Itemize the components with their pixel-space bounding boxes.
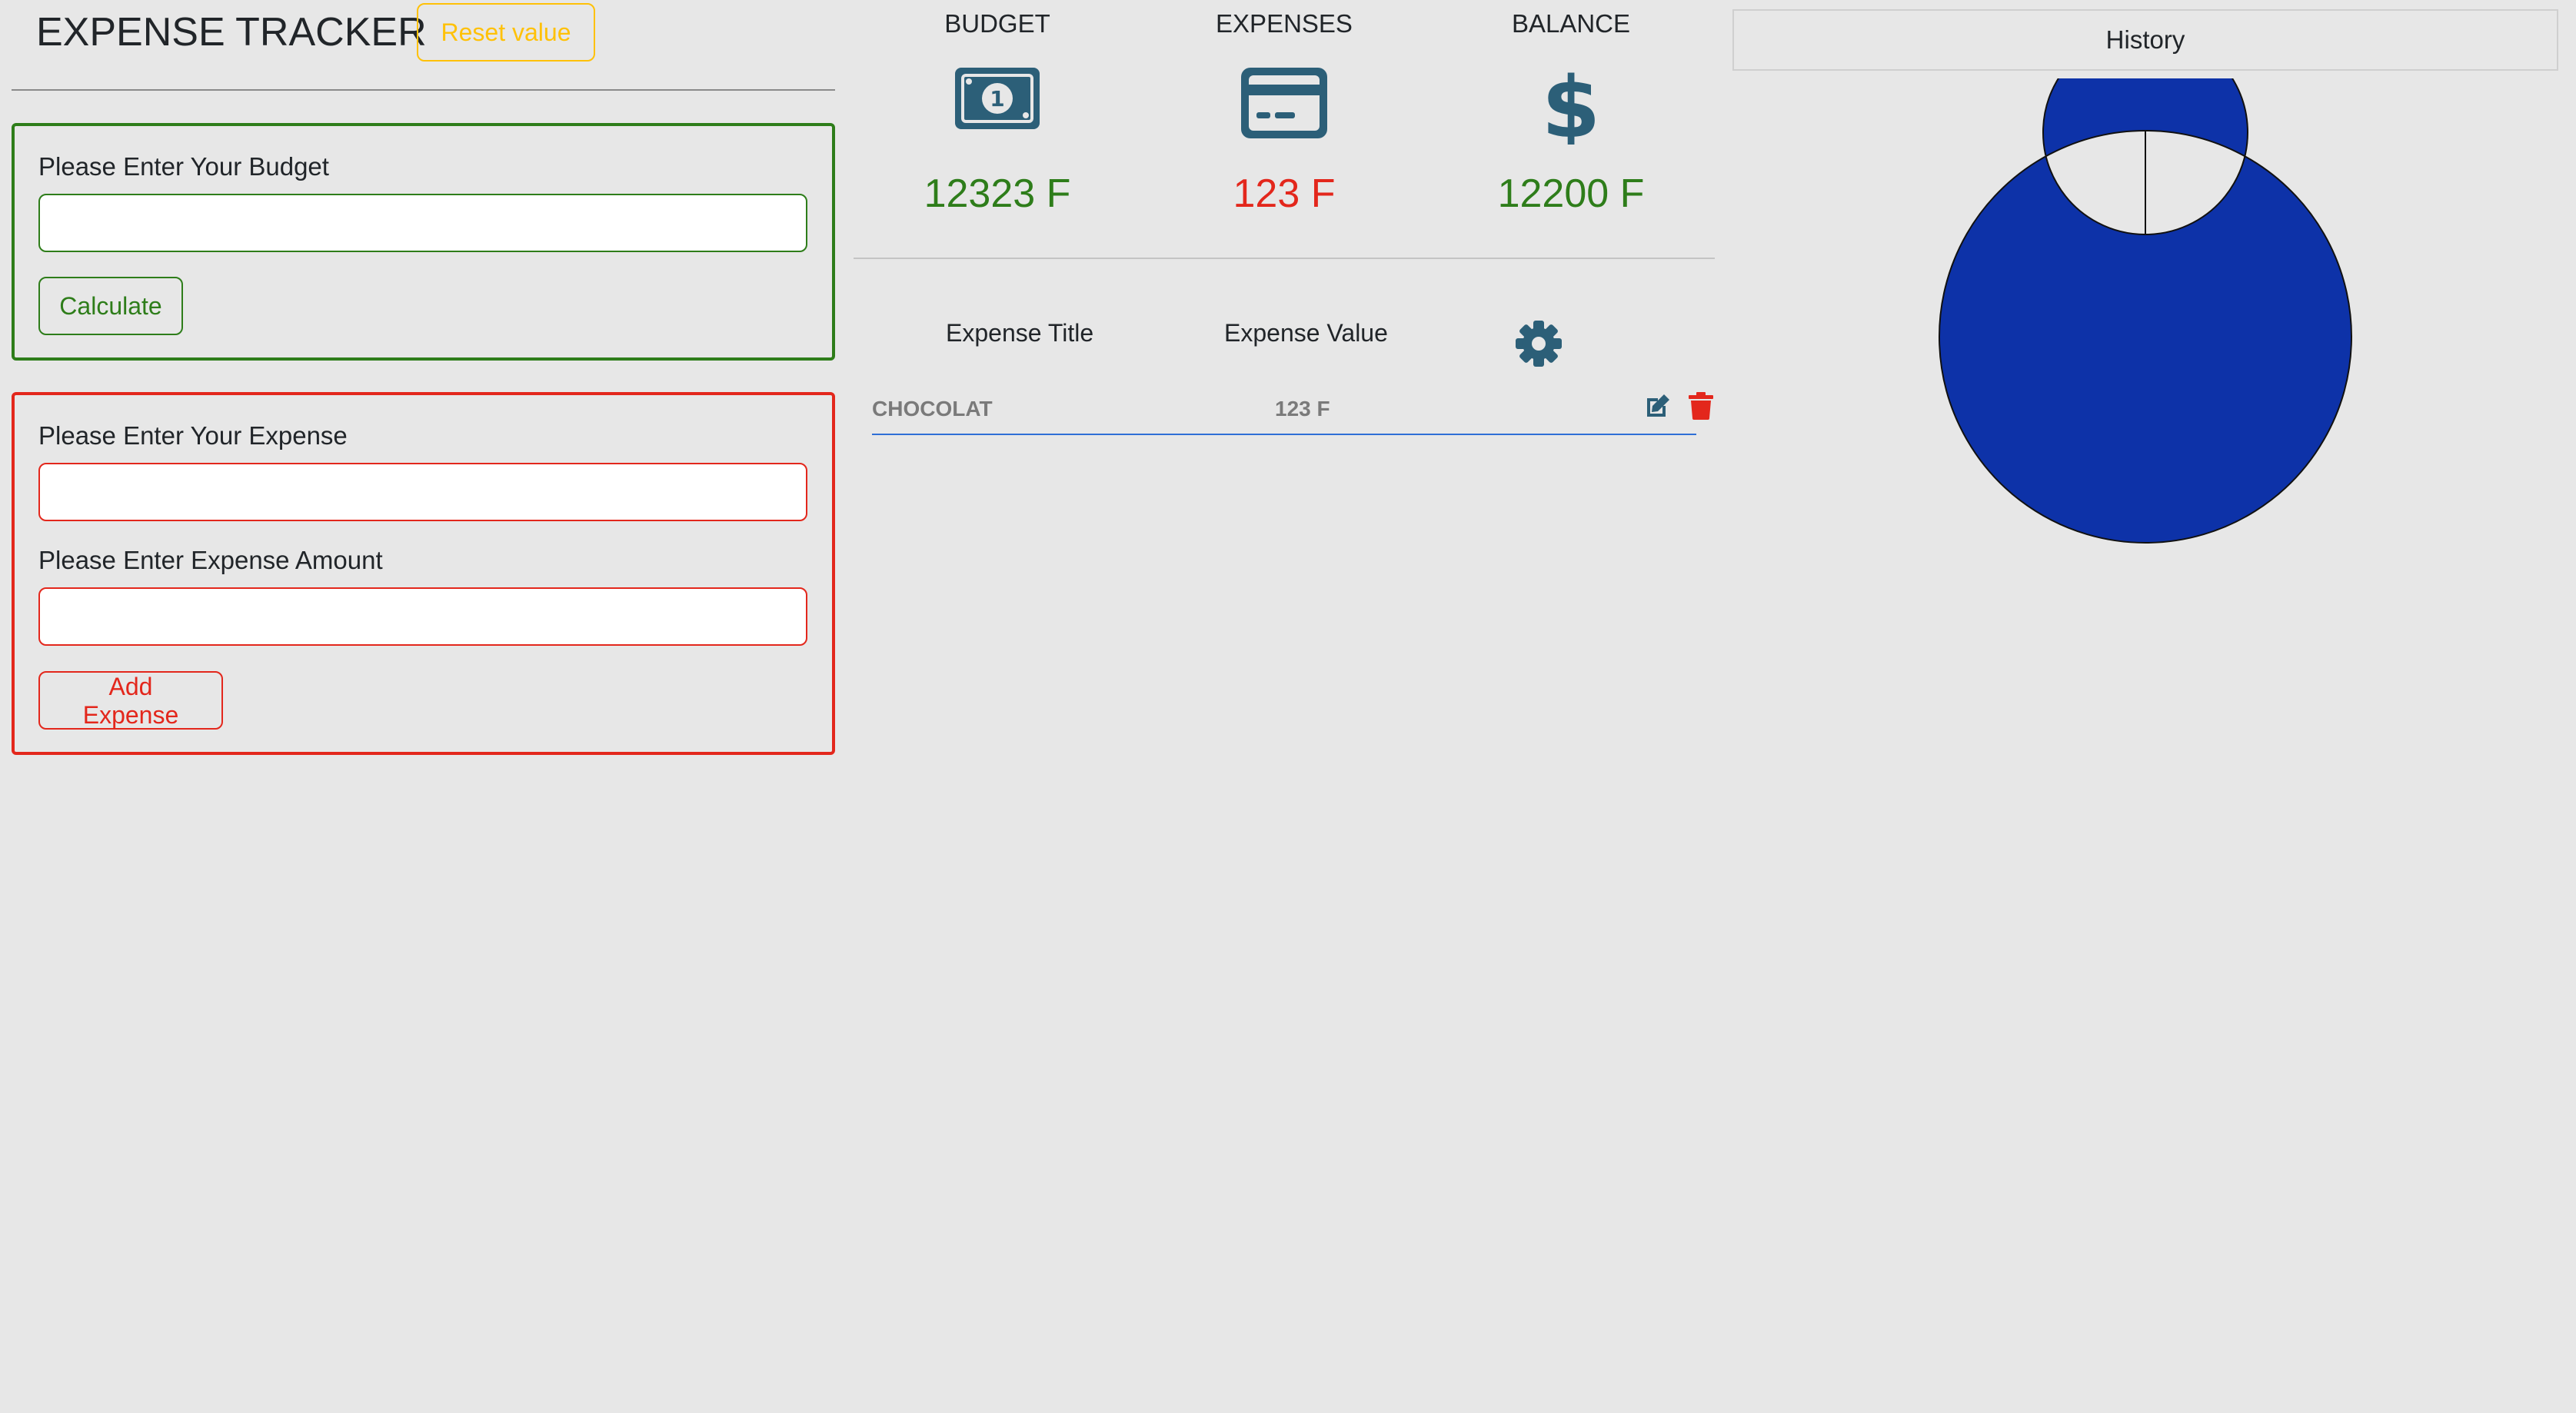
reset-value-button[interactable]: Reset value [417,3,595,62]
balance-value: 12200 F [1497,171,1645,216]
expense-input[interactable] [38,463,807,521]
trash-icon[interactable] [1689,392,1713,424]
expense-row-value: 123 F [1275,397,1330,421]
history-column: History chocolat [1732,9,2558,624]
calculate-button[interactable]: Calculate [38,277,183,335]
header: EXPENSE TRACKER Reset value [12,0,835,91]
header-divider [12,89,835,91]
history-title: History [2105,25,2185,54]
svg-text:1: 1 [990,86,1004,111]
gear-icon [1515,320,1563,371]
list-item: CHOCOLAT 123 F [872,384,1713,435]
svg-text:$: $ [1544,68,1598,145]
expense-label: Please Enter Your Expense [38,421,348,450]
summary-divider [854,258,1715,259]
money-bill-icon: 1 [955,68,1040,133]
budget-value: 12323 F [924,171,1071,216]
expense-amount-label: Please Enter Expense Amount [38,546,383,574]
summary-column: BUDGET 1 12323 F EXPENSES 123 F BALANCE … [854,0,1715,461]
expense-value-header: Expense Value [1224,319,1388,347]
history-header: History [1732,9,2558,71]
expenses-stat-label: EXPENSES [1216,9,1353,38]
dollar-sign-icon: $ [1542,58,1601,157]
budget-label: Please Enter Your Budget [38,152,329,181]
budget-panel: Please Enter Your Budget Calculate [12,123,835,361]
expense-panel: Please Enter Your Expense Please Enter E… [12,392,835,755]
expense-title-header: Expense Title [946,319,1094,347]
app-title: EXPENSE TRACKER [36,10,427,55]
expense-row-title: CHOCOLAT [872,397,993,421]
credit-card-icon [1241,68,1327,142]
budget-stat-label: BUDGET [944,9,1050,38]
budget-input[interactable] [38,194,807,252]
left-column: EXPENSE TRACKER Reset value Please Enter… [12,0,835,755]
add-expense-button[interactable]: Add Expense [38,671,223,730]
doughnut-chart: chocolat [1938,78,2352,544]
expenses-value: 123 F [1233,171,1336,216]
edit-icon[interactable] [1644,392,1672,424]
balance-stat-label: BALANCE [1511,9,1631,38]
expense-amount-input[interactable] [38,587,807,646]
